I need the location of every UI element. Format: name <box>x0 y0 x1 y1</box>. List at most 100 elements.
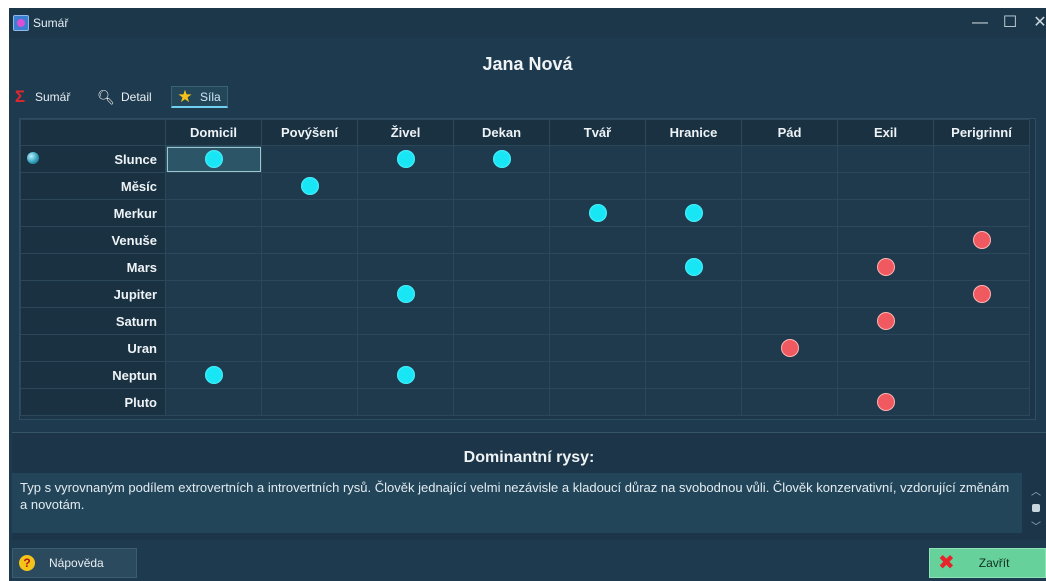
grid-cell[interactable] <box>837 307 934 335</box>
grid-cell[interactable] <box>453 280 550 308</box>
scroll-up-icon[interactable]: ︿ <box>1030 483 1042 498</box>
grid-cell[interactable] <box>165 388 262 416</box>
grid-cell[interactable] <box>741 226 838 254</box>
column-header[interactable]: Hranice <box>645 119 742 146</box>
maximize-button[interactable]: ☐ <box>999 13 1021 33</box>
grid-cell[interactable] <box>357 280 454 308</box>
grid-cell[interactable] <box>261 145 358 173</box>
grid-cell[interactable] <box>741 172 838 200</box>
grid-cell[interactable] <box>165 361 262 389</box>
grid-cell[interactable] <box>165 145 262 173</box>
grid-cell[interactable] <box>261 388 358 416</box>
grid-cell[interactable] <box>549 199 646 227</box>
grid-cell[interactable] <box>741 361 838 389</box>
grid-cell[interactable] <box>549 145 646 173</box>
grid-cell[interactable] <box>933 172 1030 200</box>
grid-cell[interactable] <box>357 388 454 416</box>
grid-cell[interactable] <box>261 226 358 254</box>
grid-cell[interactable] <box>453 334 550 362</box>
grid-cell[interactable] <box>261 199 358 227</box>
grid-cell[interactable] <box>837 172 934 200</box>
grid-cell[interactable] <box>741 145 838 173</box>
grid-cell[interactable] <box>933 253 1030 281</box>
grid-cell[interactable] <box>645 226 742 254</box>
grid-cell[interactable] <box>357 226 454 254</box>
grid-cell[interactable] <box>261 334 358 362</box>
grid-cell[interactable] <box>741 280 838 308</box>
grid-cell[interactable] <box>645 280 742 308</box>
grid-cell[interactable] <box>453 253 550 281</box>
grid-cell[interactable] <box>837 253 934 281</box>
grid-cell[interactable] <box>837 199 934 227</box>
column-header[interactable]: Exil <box>837 119 934 146</box>
grid-cell[interactable] <box>453 199 550 227</box>
grid-cell[interactable] <box>933 361 1030 389</box>
close-button[interactable]: ✖ Zavřít <box>929 548 1046 578</box>
grid-cell[interactable] <box>645 307 742 335</box>
column-header[interactable]: Perigrinní <box>933 119 1030 146</box>
grid-cell[interactable] <box>645 334 742 362</box>
column-header[interactable]: Dekan <box>453 119 550 146</box>
grid-cell[interactable] <box>357 361 454 389</box>
column-header[interactable]: Pád <box>741 119 838 146</box>
grid-cell[interactable] <box>165 226 262 254</box>
grid-cell[interactable] <box>549 226 646 254</box>
grid-cell[interactable] <box>933 280 1030 308</box>
grid-cell[interactable] <box>453 172 550 200</box>
grid-cell[interactable] <box>165 334 262 362</box>
column-header[interactable]: Domicil <box>165 119 262 146</box>
grid-cell[interactable] <box>165 280 262 308</box>
grid-cell[interactable] <box>645 361 742 389</box>
grid-cell[interactable] <box>933 307 1030 335</box>
grid-cell[interactable] <box>837 226 934 254</box>
tab-strength[interactable]: ★ Síla <box>171 86 228 108</box>
grid-cell[interactable] <box>453 145 550 173</box>
grid-cell[interactable] <box>261 253 358 281</box>
grid-cell[interactable] <box>741 334 838 362</box>
grid-cell[interactable] <box>837 280 934 308</box>
grid-cell[interactable] <box>837 361 934 389</box>
grid-cell[interactable] <box>453 307 550 335</box>
scroll-down-icon[interactable]: ﹀ <box>1030 518 1042 533</box>
grid-cell[interactable] <box>645 388 742 416</box>
column-header[interactable]: Živel <box>357 119 454 146</box>
grid-cell[interactable] <box>261 172 358 200</box>
grid-cell[interactable] <box>645 253 742 281</box>
grid-cell[interactable] <box>933 145 1030 173</box>
help-button[interactable]: ? Nápověda <box>12 548 137 578</box>
grid-cell[interactable] <box>933 226 1030 254</box>
grid-cell[interactable] <box>645 172 742 200</box>
grid-cell[interactable] <box>933 388 1030 416</box>
tab-detail[interactable]: 🔍︎ Detail <box>97 86 152 108</box>
grid-cell[interactable] <box>645 145 742 173</box>
grid-cell[interactable] <box>549 361 646 389</box>
grid-cell[interactable] <box>261 280 358 308</box>
grid-cell[interactable] <box>549 172 646 200</box>
close-window-button[interactable]: ✕ <box>1029 13 1046 33</box>
grid-cell[interactable] <box>165 307 262 335</box>
grid-cell[interactable] <box>357 172 454 200</box>
grid-cell[interactable] <box>357 145 454 173</box>
grid-cell[interactable] <box>453 361 550 389</box>
grid-cell[interactable] <box>261 307 358 335</box>
scroll-thumb[interactable] <box>1032 504 1040 512</box>
grid-cell[interactable] <box>549 334 646 362</box>
minimize-button[interactable]: — <box>969 13 991 33</box>
grid-cell[interactable] <box>837 334 934 362</box>
grid-cell[interactable] <box>549 388 646 416</box>
grid-cell[interactable] <box>645 199 742 227</box>
grid-cell[interactable] <box>741 199 838 227</box>
grid-cell[interactable] <box>453 226 550 254</box>
grid-cell[interactable] <box>741 307 838 335</box>
grid-cell[interactable] <box>261 361 358 389</box>
grid-cell[interactable] <box>837 145 934 173</box>
grid-cell[interactable] <box>453 388 550 416</box>
grid-cell[interactable] <box>741 388 838 416</box>
tab-summary[interactable]: Σ Sumář <box>11 86 70 108</box>
grid-cell[interactable] <box>357 199 454 227</box>
grid-cell[interactable] <box>165 199 262 227</box>
text-scrollbar[interactable]: ︿ ﹀ <box>1030 483 1042 533</box>
grid-cell[interactable] <box>357 334 454 362</box>
grid-cell[interactable] <box>549 280 646 308</box>
grid-cell[interactable] <box>357 307 454 335</box>
